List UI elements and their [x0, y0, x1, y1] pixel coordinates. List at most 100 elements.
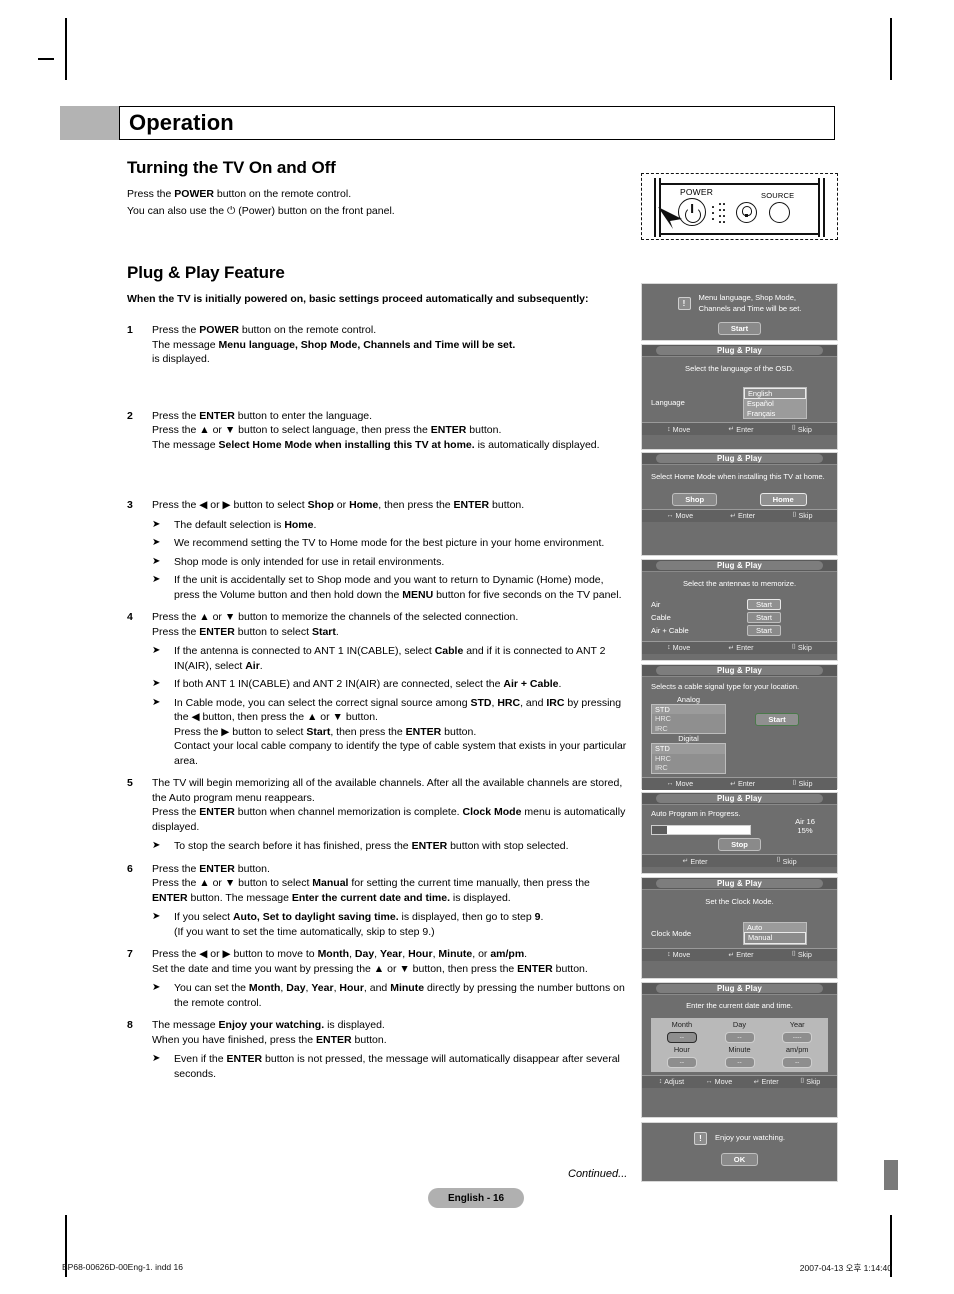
osd-footer: ↕ Move ↵ Enter ⌷ Skip: [642, 640, 837, 654]
front-panel-diagram: POWER SOURCE: [641, 173, 838, 240]
osd-digital-list[interactable]: STD HRC IRC: [651, 743, 726, 774]
bullet-text: To stop the search before it has finishe…: [174, 840, 569, 852]
step-bullets: ➤ Even if the ENTER button is not pressed…: [152, 1052, 627, 1081]
step-bullets: ➤ The default selection is Home. ➤ We recom…: [152, 518, 627, 603]
osd-start-button[interactable]: Start: [747, 624, 782, 636]
osd-analog-list[interactable]: STD HRC IRC: [651, 703, 726, 734]
osd-footer-item[interactable]: ↕ Move: [667, 425, 690, 434]
osd-signal-option[interactable]: HRC: [652, 754, 725, 764]
osd-footer-item[interactable]: ↕ Move: [667, 950, 690, 959]
osd-stop-button[interactable]: Stop: [718, 838, 761, 851]
section-heading-plugplay: Plug & Play Feature: [127, 263, 285, 282]
osd-button-ok[interactable]: OK: [720, 1153, 759, 1166]
osd-footer-item[interactable]: ↵ Enter: [728, 425, 753, 434]
osd-footer-item[interactable]: ↵ Enter: [728, 643, 753, 652]
osd-footer-item[interactable]: ↕ Adjust: [659, 1077, 684, 1086]
osd-footer-item[interactable]: ↵ Enter: [682, 857, 707, 866]
steps-list: 1 Press the POWER button on the remote co…: [127, 323, 627, 1085]
osd-option[interactable]: Français: [744, 408, 806, 418]
osd-footer-item[interactable]: ⌷ Skip: [776, 857, 796, 866]
osd-signal-option[interactable]: STD: [652, 744, 725, 754]
osd-message: Set the Clock Mode.: [705, 897, 774, 906]
osd-signal-option[interactable]: STD: [652, 704, 725, 714]
osd-title-text: Plug & Play: [716, 561, 763, 570]
osd-datetime-cell[interactable]: --: [724, 1056, 755, 1068]
osd-footer-item[interactable]: ↔ Move: [667, 511, 694, 520]
exit-icon: ⌷: [791, 643, 796, 651]
power-line-1-a: Press the: [127, 188, 175, 200]
osd-footer-label: Enter: [736, 424, 754, 434]
bullet-arrow-icon: ➤: [152, 696, 161, 708]
osd-title-text: Plug & Play: [716, 454, 763, 463]
step-item: 6 Press the ENTER button. Press the ▲ or ▼…: [127, 862, 627, 944]
osd-signal-option[interactable]: HRC: [652, 714, 725, 724]
bullet-text: If both ANT 1 IN(CABLE) and ANT 2 IN(AIR…: [174, 678, 562, 690]
osd-footer-item[interactable]: ↕ Move: [667, 643, 690, 652]
page-number-badge: English - 16: [428, 1188, 524, 1208]
lamp-indicator-icon: [736, 202, 757, 223]
osd-start-button[interactable]: Start: [747, 611, 782, 623]
osd-button-shop[interactable]: Shop: [672, 492, 718, 506]
osd-option[interactable]: Manual: [744, 932, 806, 944]
osd-button-start[interactable]: Start: [717, 322, 762, 335]
osd-antenna-label: Air + Cable: [651, 625, 689, 635]
osd-option[interactable]: Auto: [744, 922, 806, 932]
osd-option-list[interactable]: Auto Manual: [743, 921, 807, 945]
osd-footer-item[interactable]: ⌷ Skip: [800, 1077, 820, 1086]
updown-icon: ↕: [667, 951, 671, 958]
step-text: Press the ENTER button. Press the ▲ or ▼ …: [152, 862, 627, 944]
osd-footer-item[interactable]: ⌷ Skip: [792, 779, 812, 788]
enter-icon: ↵: [753, 1078, 760, 1086]
osd-option[interactable]: Español: [744, 399, 806, 409]
osd-footer-item[interactable]: ↔ Move: [667, 779, 694, 788]
osd-footer: ↕ Move ↵ Enter ⌷ Skip: [642, 422, 837, 435]
osd-datetime-cell[interactable]: --: [666, 1056, 697, 1068]
osd-footer-item[interactable]: ↵ Enter: [728, 950, 753, 959]
osd-footer-item[interactable]: ⌷ Skip: [792, 950, 812, 959]
enter-icon: ↵: [682, 858, 689, 865]
osd-button-home[interactable]: Home: [759, 492, 807, 506]
step-bullets: ➤ To stop the search before it has finish…: [152, 839, 627, 854]
bullet-item: ➤ If both ANT 1 IN(CABLE) and ANT 2 IN(AI…: [152, 677, 627, 692]
osd-option-list[interactable]: English Español Français: [743, 386, 807, 419]
osd-footer-item[interactable]: ↵ Enter: [730, 511, 755, 520]
osd-antenna-row[interactable]: Air + Cable Start: [651, 624, 828, 636]
osd-title-bar: Plug & Play: [642, 665, 837, 677]
osd-footer-label: Move: [714, 1077, 733, 1086]
osd-footer-item[interactable]: ⌷ Skip: [792, 643, 812, 652]
osd-antenna-row[interactable]: Air Start: [651, 598, 828, 610]
plugplay-lead: When the TV is initially powered on, bas…: [127, 293, 589, 305]
osd-option[interactable]: English: [744, 387, 806, 399]
osd-datetime-cell[interactable]: ----: [782, 1031, 813, 1043]
osd-datetime-header: Month: [671, 1019, 693, 1029]
step-text: Press the ◀ or ▶ button to select Shop o…: [152, 498, 627, 606]
osd-footer-label: Skip: [797, 950, 812, 959]
osd-footer-label: Enter: [738, 511, 756, 520]
leftright-icon: ↔: [666, 512, 674, 519]
osd-footer-item[interactable]: ↔ Move: [706, 1077, 733, 1086]
info-icon: !: [677, 297, 691, 310]
bullet-arrow-icon: ➤: [152, 555, 161, 567]
osd-signal-option[interactable]: IRC: [652, 763, 725, 773]
osd-start-button[interactable]: Start: [747, 598, 782, 610]
osd-title-bar: Plug & Play: [642, 983, 837, 995]
bullet-item: ➤ Even if the ENTER button is not pressed…: [152, 1052, 627, 1081]
bullet-item: ➤ If you select Auto, Set to daylight sav…: [152, 910, 627, 939]
osd-title-text: Plug & Play: [716, 346, 763, 355]
osd-footer-item[interactable]: ↵ Enter: [754, 1077, 779, 1086]
osd-signal-option[interactable]: IRC: [652, 724, 725, 734]
manual-page: Operation Turning the TV On and Off Pres…: [0, 0, 954, 1294]
osd-start-button[interactable]: Start: [755, 712, 799, 726]
osd-title-text: Plug & Play: [716, 666, 763, 675]
osd-footer-item[interactable]: ⌷ Skip: [792, 511, 812, 520]
osd-antenna-row[interactable]: Cable Start: [651, 611, 828, 623]
bullet-text: If you select Auto, Set to daylight savi…: [174, 911, 544, 938]
osd-footer-item[interactable]: ⌷ Skip: [792, 425, 812, 434]
step-item: 3 Press the ◀ or ▶ button to select Shop …: [127, 498, 627, 606]
osd-footer-item[interactable]: ↵ Enter: [730, 779, 755, 788]
osd-datetime-cell[interactable]: --: [666, 1031, 697, 1043]
osd-title-bar: Plug & Play: [642, 345, 837, 357]
osd-datetime-cell[interactable]: --: [724, 1031, 755, 1043]
osd-datetime-cell[interactable]: --: [782, 1056, 813, 1068]
bullet-arrow-icon: ➤: [152, 840, 161, 851]
